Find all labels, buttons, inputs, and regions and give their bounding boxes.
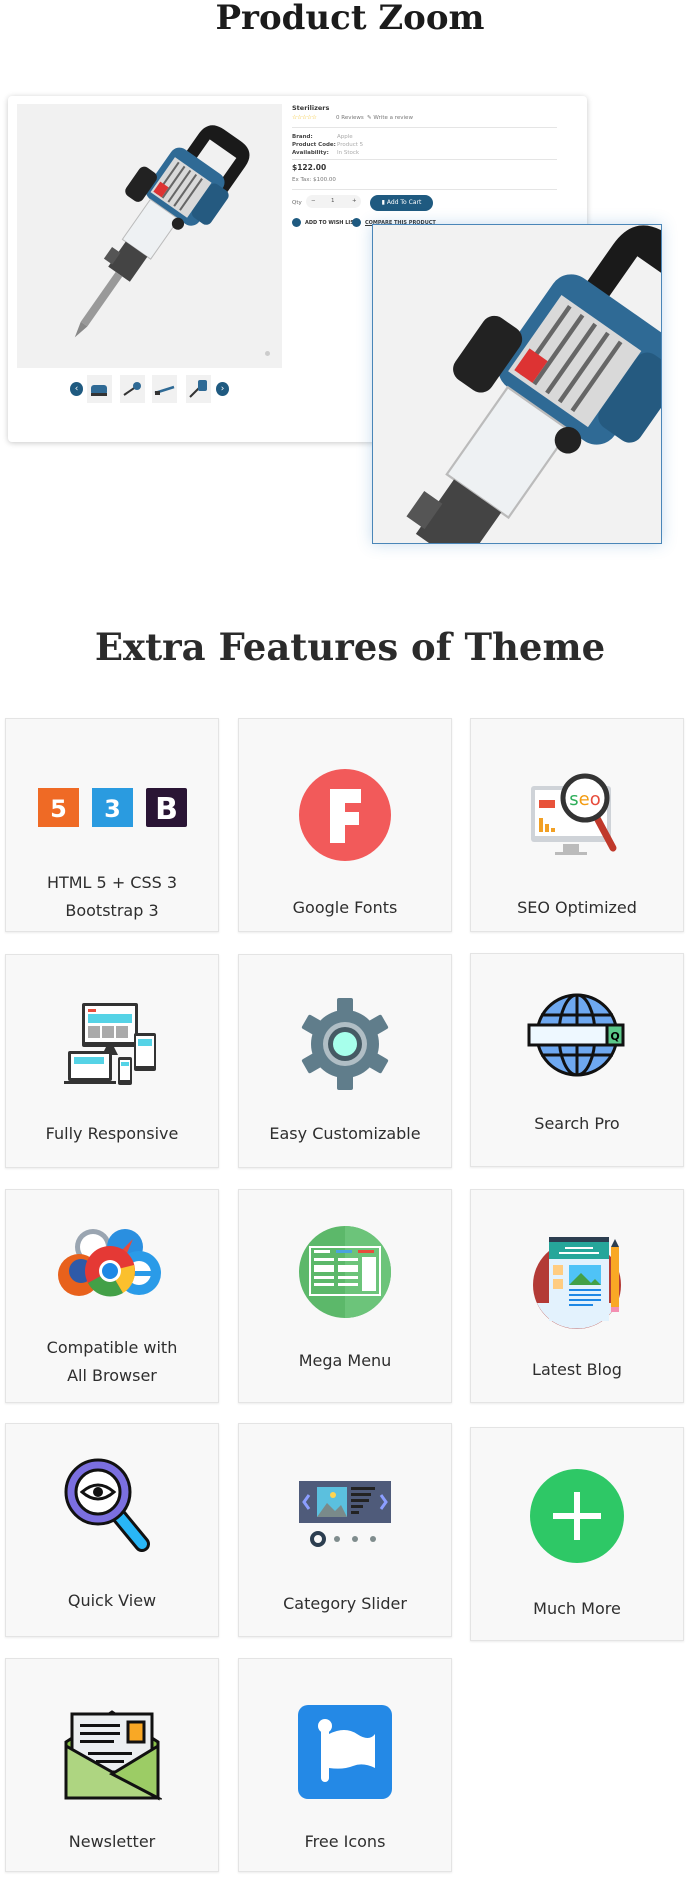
globe-search-icon: Q bbox=[471, 985, 683, 1085]
feature-tile-free-icons: Free Icons bbox=[238, 1658, 452, 1872]
feature-label: Quick View bbox=[67, 1591, 157, 1610]
google-fonts-icon bbox=[239, 765, 451, 865]
feature-tile-much-more[interactable]: Much More bbox=[470, 1427, 684, 1641]
feature-tile-seo: seo SEO Optimized bbox=[470, 718, 684, 932]
feature-label: Fully Responsive bbox=[45, 1124, 179, 1143]
price: $122.00 bbox=[292, 163, 327, 172]
gear-icon bbox=[239, 994, 451, 1094]
feature-tile-newsletter: Newsletter bbox=[5, 1658, 219, 1872]
feature-label: Search Pro bbox=[534, 1114, 620, 1133]
divider bbox=[292, 159, 557, 160]
browsers-icon bbox=[6, 1215, 218, 1315]
availability-value: In Stock bbox=[337, 150, 360, 156]
brand-value[interactable]: Apple bbox=[337, 134, 353, 140]
html-css-bootstrap-icon: 5 3 B bbox=[6, 758, 218, 858]
svg-text:3: 3 bbox=[104, 795, 121, 823]
quantity-stepper: − 1 + bbox=[306, 195, 361, 208]
feature-label: SEO Optimized bbox=[517, 898, 637, 917]
rating-stars: ☆☆☆☆☆ bbox=[292, 114, 317, 121]
thumbnail[interactable] bbox=[152, 375, 177, 403]
qty-minus-button[interactable]: − bbox=[311, 198, 316, 204]
feature-tile-customizable: Easy Customizable bbox=[238, 954, 452, 1168]
svg-text:5: 5 bbox=[50, 795, 67, 823]
flag-icon bbox=[239, 1702, 451, 1802]
brand-label: Brand: bbox=[292, 134, 313, 140]
code-value: Product 5 bbox=[337, 142, 364, 148]
product-zoom-title: Product Zoom bbox=[215, 0, 485, 38]
availability-label: Availability: bbox=[292, 150, 329, 156]
feature-label: Easy Customizable bbox=[269, 1124, 421, 1143]
mega-menu-icon bbox=[239, 1222, 451, 1322]
prev-thumb-button[interactable]: ‹ bbox=[70, 382, 83, 396]
jackhammer-image bbox=[38, 104, 261, 365]
divider bbox=[292, 189, 557, 190]
qty-label: Qty bbox=[292, 200, 302, 206]
heart-icon bbox=[292, 218, 301, 227]
feature-tile-browsers: Compatible with All Browser bbox=[5, 1189, 219, 1403]
product-name: Sterilizers bbox=[292, 104, 330, 112]
newsletter-icon bbox=[6, 1702, 218, 1802]
blog-icon bbox=[471, 1233, 683, 1333]
quick-view-icon bbox=[6, 1456, 218, 1556]
write-review-link[interactable]: ✎ Write a review bbox=[367, 115, 413, 121]
feature-tile-mega-menu: Mega Menu bbox=[238, 1189, 452, 1403]
feature-label: Mega Menu bbox=[298, 1351, 392, 1370]
slider-icon bbox=[239, 1461, 451, 1561]
feature-label: Newsletter bbox=[68, 1832, 156, 1851]
next-thumb-button[interactable]: › bbox=[216, 382, 229, 396]
zoom-indicator-dot bbox=[265, 351, 270, 356]
svg-text:Q: Q bbox=[610, 1030, 619, 1043]
thumbnail[interactable] bbox=[186, 375, 211, 403]
plus-icon bbox=[471, 1466, 683, 1566]
responsive-devices-icon bbox=[6, 991, 218, 1091]
feature-tile-search-pro: Q Search Pro bbox=[470, 953, 684, 1167]
feature-tile-html-css: 5 3 B HTML 5 + CSS 3 Bootstrap 3 bbox=[5, 718, 219, 932]
svg-text:B: B bbox=[155, 792, 178, 827]
thumbnail-carousel: ‹ › bbox=[8, 375, 298, 403]
add-to-cart-button[interactable]: ▮ Add To Cart bbox=[370, 195, 433, 211]
feature-tile-responsive: Fully Responsive bbox=[5, 954, 219, 1168]
feature-tile-google-fonts: Google Fonts bbox=[238, 718, 452, 932]
qty-plus-button[interactable]: + bbox=[352, 198, 357, 204]
seo-icon: seo bbox=[471, 768, 683, 868]
product-main-image[interactable] bbox=[17, 104, 282, 368]
features-title: Extra Features of Theme bbox=[94, 625, 606, 669]
add-to-wishlist-button[interactable]: ADD TO WISH LIST bbox=[292, 218, 357, 227]
thumbnail[interactable] bbox=[87, 375, 112, 403]
feature-label: Much More bbox=[533, 1599, 621, 1618]
feature-label: Category Slider bbox=[283, 1594, 407, 1613]
compare-icon bbox=[352, 218, 361, 227]
feature-label: Free Icons bbox=[304, 1832, 386, 1851]
thumbnail[interactable] bbox=[120, 375, 145, 403]
code-label: Product Code: bbox=[292, 142, 336, 148]
feature-tile-blog: Latest Blog bbox=[470, 1189, 684, 1403]
feature-label: Latest Blog bbox=[532, 1360, 622, 1379]
qty-input[interactable]: 1 bbox=[331, 198, 335, 204]
feature-tile-quick-view: Quick View bbox=[5, 1423, 219, 1637]
feature-label: Compatible with All Browser bbox=[46, 1338, 178, 1385]
feature-label: Google Fonts bbox=[292, 898, 398, 917]
divider bbox=[292, 127, 557, 128]
zoom-lens-window bbox=[372, 224, 662, 544]
zoomed-jackhammer-image bbox=[373, 225, 661, 543]
feature-tile-category-slider: Category Slider bbox=[238, 1423, 452, 1637]
reviews-link[interactable]: 0 Reviews bbox=[336, 115, 364, 121]
ex-tax-price: Ex Tax: $100.00 bbox=[292, 177, 336, 183]
feature-label: HTML 5 + CSS 3 Bootstrap 3 bbox=[46, 873, 178, 920]
svg-text:seo: seo bbox=[569, 789, 600, 810]
